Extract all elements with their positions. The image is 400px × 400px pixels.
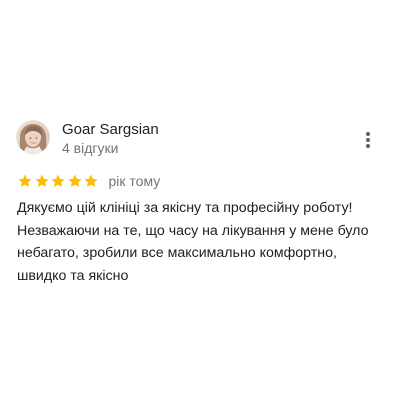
- star-icon: [51, 174, 65, 187]
- avatar[interactable]: [16, 120, 50, 154]
- review-card: Goar Sargsian 4 відгуки рік тому Дякуємо…: [0, 0, 400, 400]
- author-name[interactable]: Goar Sargsian: [62, 121, 159, 139]
- more-options-button[interactable]: [356, 128, 380, 152]
- review-date: рік тому: [108, 173, 161, 189]
- rating-row: рік тому: [17, 171, 160, 191]
- author-review-count: 4 відгуки: [62, 140, 119, 156]
- star-icon: [84, 174, 98, 187]
- more-vertical-icon: [366, 132, 370, 148]
- star-rating: [17, 173, 100, 189]
- star-icon: [34, 174, 49, 187]
- review-text: Дякуємо цій клініці за якісну та професі…: [17, 200, 369, 284]
- star-icon: [18, 174, 32, 187]
- star-icon: [67, 174, 82, 187]
